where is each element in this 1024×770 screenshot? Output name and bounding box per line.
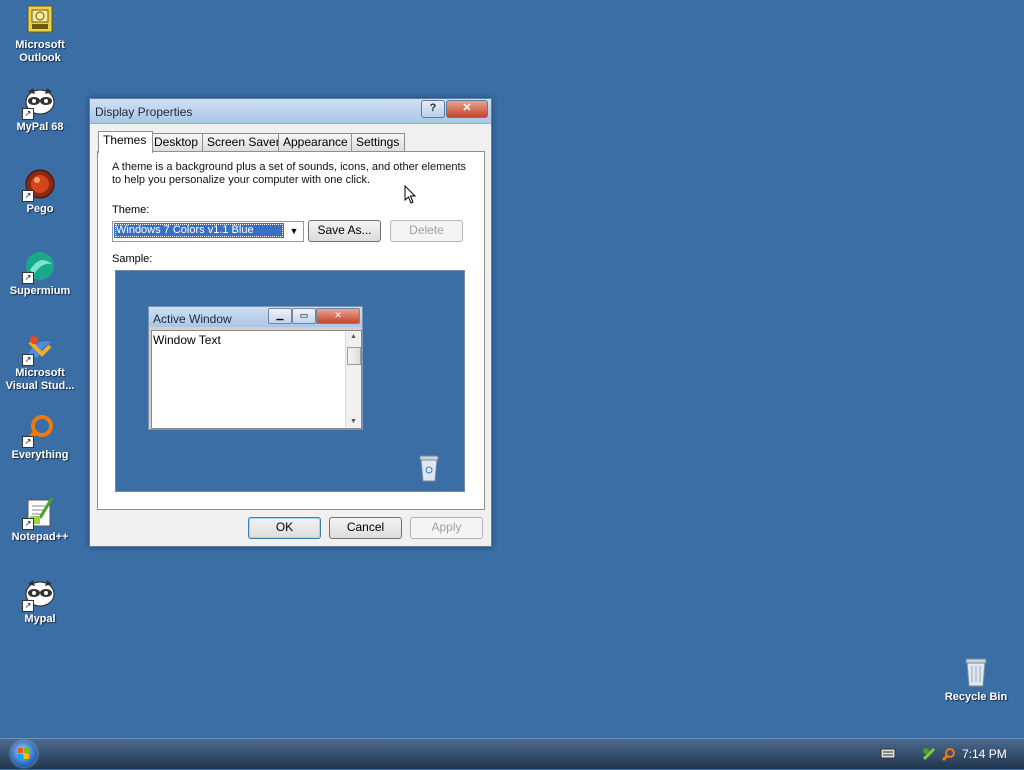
sample-window-text: Window Text: [153, 333, 221, 347]
mouse-cursor-icon: [404, 185, 417, 204]
close-icon: ✕: [316, 308, 360, 324]
taskbar: 7:14 PM: [0, 738, 1024, 769]
shortcut-arrow-icon: ↗: [22, 518, 34, 530]
taskbar-clock[interactable]: 7:14 PM: [962, 747, 1007, 761]
keyboard-icon[interactable]: [880, 747, 896, 762]
scroll-down-icon: ▼: [350, 418, 357, 425]
desktop-icon-label: Recycle Bin: [944, 691, 1008, 703]
desktop-icon-everything[interactable]: ↗ Everything: [0, 414, 80, 462]
sample-window-body: Window Text ▲ ▼: [151, 330, 362, 429]
supermium-icon: ↗: [22, 250, 56, 284]
mypal-icon: ↗: [22, 578, 56, 612]
desktop-icon-label: Everything: [11, 449, 69, 461]
sample-active-window: Active Window ▁ ▭ ✕ Window Text ▲ ▼: [148, 306, 363, 430]
help-icon: ?: [429, 102, 437, 114]
cancel-button[interactable]: Cancel: [329, 517, 402, 539]
tab-desktop[interactable]: Desktop: [149, 133, 203, 152]
desktop-icon-label: Pego: [26, 203, 54, 215]
desktop-icon-label: Microsoft Outlook: [15, 39, 65, 64]
shortcut-arrow-icon: ↗: [22, 272, 34, 284]
network-icon[interactable]: [922, 747, 936, 764]
theme-label: Theme:: [112, 204, 150, 216]
desktop-icon-mypal[interactable]: ↗ Mypal: [0, 578, 80, 626]
theme-dropdown[interactable]: Windows 7 Colors v1.1 Blue ▼: [112, 221, 304, 242]
search-icon[interactable]: [941, 747, 956, 764]
shortcut-arrow-icon: ↗: [22, 600, 34, 612]
recycle-bin-icon: [960, 656, 992, 688]
mypal-icon: ↗: [22, 86, 56, 120]
desktop-icon-outlook[interactable]: Microsoft Outlook: [0, 4, 80, 65]
outlook-icon: [24, 4, 56, 36]
desktop-icon-notepadpp[interactable]: ↗ Notepad++: [0, 496, 80, 544]
desktop-icon-label: Supermium: [9, 285, 71, 297]
desktop-icon-label: Notepad++: [11, 531, 69, 543]
theme-sample-preview: Active Window ▁ ▭ ✕ Window Text ▲ ▼: [115, 270, 465, 492]
desktop-icon-label: Microsoft Visual Stud...: [5, 367, 75, 392]
save-as-button[interactable]: Save As...: [308, 220, 381, 242]
maximize-icon: ▭: [292, 308, 316, 324]
desktop-icon-label: Mypal: [24, 613, 56, 625]
desktop: { "desktop": { "icons": [ {"label": "Mic…: [0, 0, 1024, 769]
notepadpp-icon: ↗: [22, 496, 56, 530]
help-button[interactable]: ?: [421, 100, 445, 118]
dialog-body: Themes Desktop Screen Saver Appearance S…: [96, 125, 485, 540]
themes-panel: A theme is a background plus a set of so…: [97, 151, 485, 510]
close-icon: ✕: [462, 102, 472, 114]
desktop-icon-supermium[interactable]: ↗ Supermium: [0, 250, 80, 298]
start-button[interactable]: [11, 741, 37, 767]
shortcut-arrow-icon: ↗: [22, 354, 34, 366]
shortcut-arrow-icon: ↗: [22, 436, 34, 448]
shortcut-arrow-icon: ↗: [22, 190, 34, 202]
minimize-icon: ▁: [268, 308, 292, 324]
tab-settings[interactable]: Settings: [351, 133, 405, 152]
dialog-title: Display Properties: [95, 105, 193, 119]
scroll-thumb: [347, 347, 361, 365]
scroll-up-icon: ▲: [350, 333, 357, 340]
ok-button[interactable]: OK: [248, 517, 321, 539]
pego-icon: ↗: [22, 168, 56, 202]
desktop-icon-mypal-68[interactable]: ↗ MyPal 68: [0, 86, 80, 134]
chevron-down-icon[interactable]: ▼: [286, 223, 302, 240]
tab-themes[interactable]: Themes: [98, 131, 153, 153]
sample-window-titlebar: Active Window ▁ ▭ ✕: [149, 307, 362, 327]
theme-dropdown-value: Windows 7 Colors v1.1 Blue: [114, 223, 284, 238]
display-properties-dialog: Display Properties ? ✕ Themes Desktop Sc…: [89, 98, 492, 547]
delete-button[interactable]: Delete: [390, 220, 463, 242]
visual-studio-icon: ↗: [22, 332, 56, 366]
tab-screen-saver[interactable]: Screen Saver: [202, 133, 280, 152]
everything-icon: ↗: [22, 414, 56, 448]
recycle-bin-icon: [418, 454, 440, 482]
sample-label: Sample:: [112, 253, 153, 265]
sample-scrollbar: ▲ ▼: [345, 331, 361, 428]
windows-logo-icon: [18, 748, 29, 759]
sample-window-title: Active Window: [153, 312, 232, 326]
desktop-icon-pego[interactable]: ↗ Pego: [0, 168, 80, 216]
desktop-icon-visual-studio[interactable]: ↗ Microsoft Visual Stud...: [0, 332, 80, 393]
apply-button[interactable]: Apply: [410, 517, 483, 539]
shortcut-arrow-icon: ↗: [22, 108, 34, 120]
theme-description: A theme is a background plus a set of so…: [112, 161, 467, 186]
desktop-icon-recycle-bin[interactable]: Recycle Bin: [936, 656, 1016, 704]
close-button[interactable]: ✕: [446, 100, 488, 118]
tab-appearance[interactable]: Appearance: [278, 133, 353, 152]
dialog-titlebar[interactable]: Display Properties ? ✕: [90, 99, 491, 124]
desktop-icon-label: MyPal 68: [16, 121, 64, 133]
